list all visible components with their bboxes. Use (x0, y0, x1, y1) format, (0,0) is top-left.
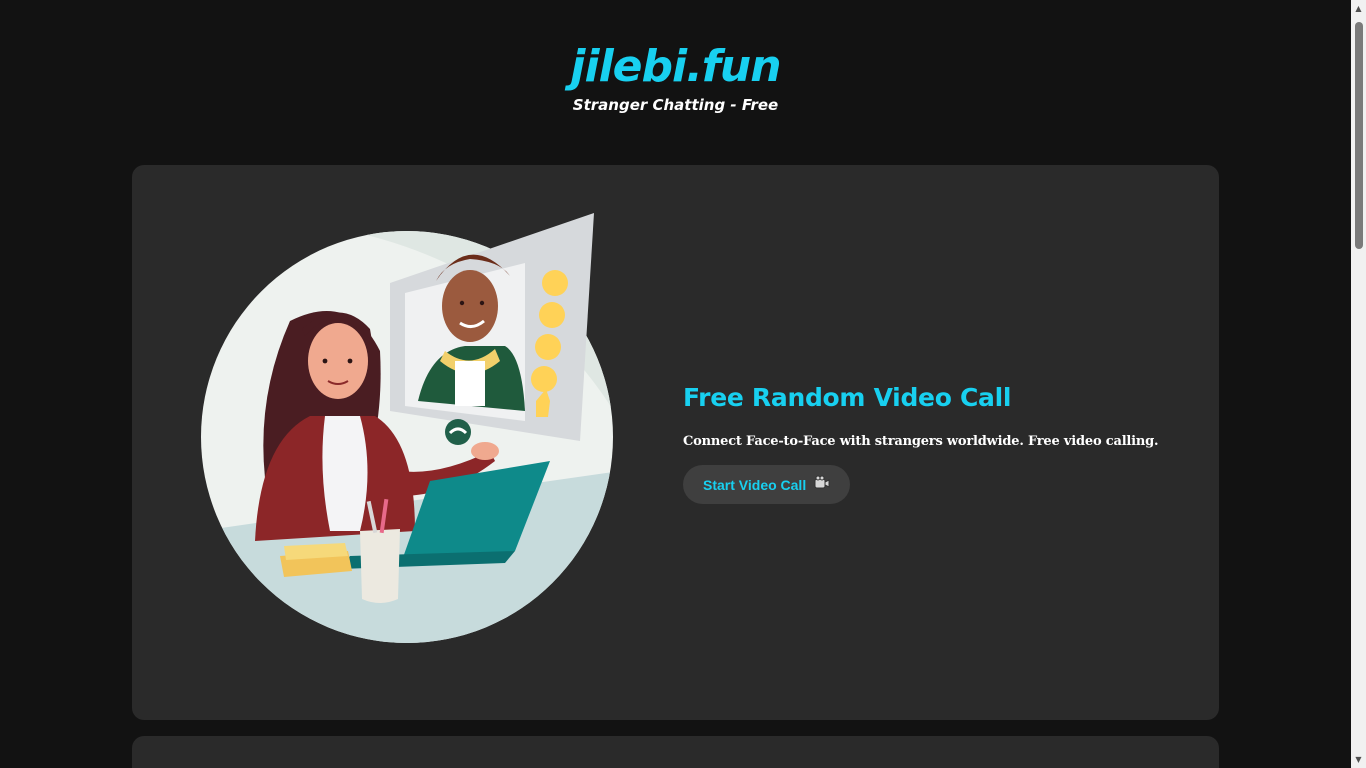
start-video-call-label: Start Video Call (703, 476, 807, 493)
video-call-illustration (201, 213, 613, 643)
next-feature-card (132, 736, 1219, 768)
site-logo[interactable]: jilebi.fun (0, 40, 1351, 94)
scroll-up-arrow-icon[interactable]: ▲ (1351, 0, 1366, 17)
scrollbar-thumb[interactable] (1355, 22, 1363, 249)
start-video-call-button[interactable]: Start Video Call (683, 465, 851, 504)
feature-title: Free Random Video Call (683, 383, 1012, 412)
video-call-card: Free Random Video Call Connect Face-to-F… (132, 165, 1219, 720)
video-camera-icon (814, 475, 830, 494)
site-header: jilebi.fun Stranger Chatting - Free (0, 40, 1351, 114)
site-tagline: Stranger Chatting - Free (572, 96, 779, 114)
page-scrollbar[interactable]: ▲ ▼ (1351, 0, 1366, 768)
feature-description: Connect Face-to-Face with strangers worl… (683, 434, 1159, 449)
feature-section: Free Random Video Call Connect Face-to-F… (683, 383, 1183, 504)
scroll-down-arrow-icon[interactable]: ▼ (1351, 751, 1366, 768)
